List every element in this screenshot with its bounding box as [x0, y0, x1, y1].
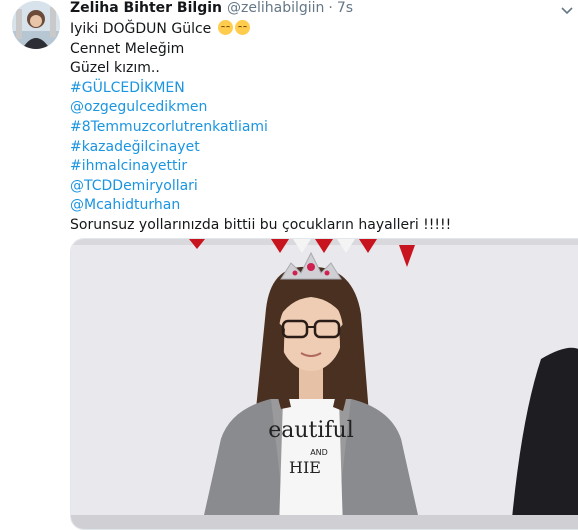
tweet-line-text: Güzel kızım.. [70, 60, 160, 77]
tweet-line-text: Cennet Meleğim [70, 40, 185, 57]
mention-link[interactable]: @ozgegulcedikmen [70, 99, 207, 115]
hashtag-link[interactable]: #ihmalcinayettir [70, 158, 187, 174]
pensive-face-emoji-icon [234, 20, 250, 35]
photo-girl-with-tiara: eautiful AND HIE [71, 239, 578, 529]
tweet-text: Iyiki DOĞDUN Gülce Cennet Meleğim Güzel … [70, 20, 578, 236]
tweet-line-text: Sorunsuz yollarınızda bittii bu çocuklar… [70, 216, 452, 233]
hashtag-link[interactable]: #8Temmuzcorlutrenkatliami [70, 119, 268, 135]
shirt-print-line2: AND [310, 448, 328, 457]
tweet-line: Iyiki DOĞDUN Gülce [70, 20, 578, 40]
tweet-line: @ozgegulcedikmen [70, 98, 578, 118]
tweet-line: #kazadeğilcinayet [70, 138, 578, 158]
tweet-line: @Mcahidturhan [70, 196, 578, 216]
shirt-print-line1: eautiful [268, 418, 354, 443]
tweet-header: Zeliha Bihter Bilgin @zelihabilgiin · 7s [70, 0, 578, 20]
pensive-face-emoji-icon [217, 20, 233, 35]
mention-link[interactable]: @TCDDemiryollari [70, 178, 198, 194]
tweet-line: Cennet Meleğim [70, 40, 578, 60]
hashtag-link[interactable]: #GÜLCEDİKMEN [70, 80, 185, 96]
timestamp[interactable]: 7s [337, 0, 353, 16]
display-name[interactable]: Zeliha Bihter Bilgin [70, 0, 222, 16]
tweet-line: #ihmalcinayettir [70, 157, 578, 177]
separator: · [328, 0, 333, 16]
tweet-body: Zeliha Bihter Bilgin @zelihabilgiin · 7s… [70, 0, 578, 236]
tweet-line: #8Temmuzcorlutrenkatliami [70, 118, 578, 138]
mention-link[interactable]: @Mcahidturhan [70, 197, 180, 213]
shirt-print-line3: HIE [289, 458, 321, 477]
user-handle[interactable]: @zelihabilgiin [227, 0, 324, 16]
tweet-line: @TCDDemiryollari [70, 177, 578, 197]
tweet-line: Sorunsuz yollarınızda bittii bu çocuklar… [70, 216, 578, 236]
chevron-down-icon[interactable] [560, 3, 574, 17]
avatar[interactable] [12, 1, 60, 49]
tweet-line: Güzel kızım.. [70, 59, 578, 79]
tweet-line-text: Iyiki DOĞDUN Gülce [70, 21, 212, 37]
hashtag-link[interactable]: #kazadeğilcinayet [70, 139, 200, 155]
tweet-media-photo[interactable]: eautiful AND HIE [70, 238, 578, 530]
avatar-photo [12, 1, 60, 49]
tweet-line: #GÜLCEDİKMEN [70, 79, 578, 99]
